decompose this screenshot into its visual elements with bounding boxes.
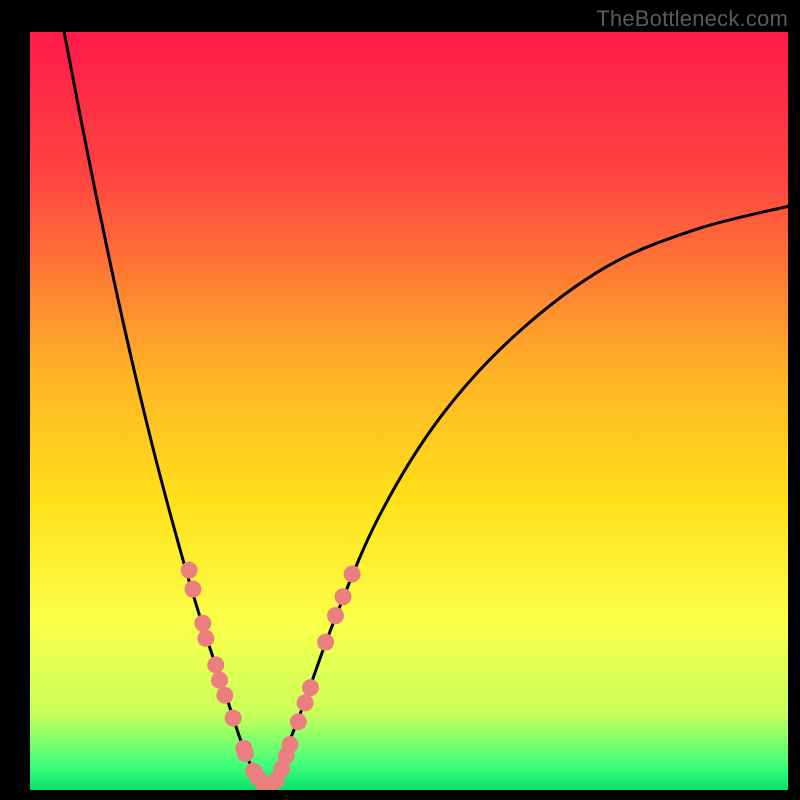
data-point: [216, 687, 233, 704]
chart-container: TheBottleneck.com: [0, 0, 800, 800]
data-point: [194, 615, 211, 632]
data-point: [225, 709, 242, 726]
data-point: [290, 713, 307, 730]
data-point: [335, 588, 352, 605]
chart-svg: [0, 0, 800, 800]
data-point: [344, 565, 361, 582]
data-point: [207, 656, 224, 673]
data-point: [237, 745, 254, 762]
data-point: [181, 562, 198, 579]
data-point: [184, 581, 201, 598]
data-point: [211, 672, 228, 689]
data-point: [302, 679, 319, 696]
data-point: [281, 736, 298, 753]
data-point: [297, 694, 314, 711]
data-point: [317, 634, 334, 651]
data-point: [197, 630, 214, 647]
watermark-text: TheBottleneck.com: [596, 6, 788, 32]
data-point: [327, 607, 344, 624]
